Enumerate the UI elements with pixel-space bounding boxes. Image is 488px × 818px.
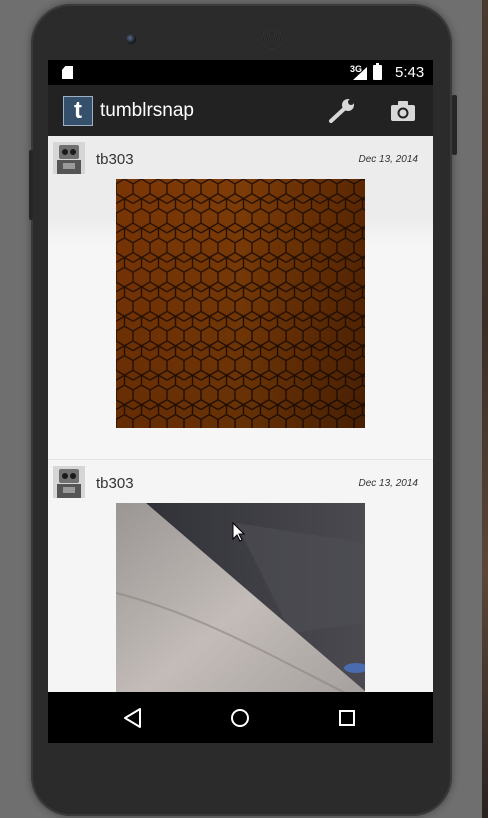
status-clock: 5:43 (395, 64, 425, 81)
honeycomb-image (116, 179, 365, 428)
sd-card-icon (62, 66, 73, 79)
photo-feed[interactable]: tb303 Dec 13, 2014 tb303 Dec 13, 2014 (48, 136, 433, 692)
action-bar: t tumblrsnap (48, 85, 433, 137)
app-title: tumblrsnap (100, 100, 194, 121)
wrench-icon (329, 99, 354, 123)
feed-post[interactable]: tb303 Dec 13, 2014 (48, 459, 433, 692)
robot-avatar-icon (53, 466, 85, 498)
status-bar: 3G 5:43 (48, 60, 433, 85)
battery-icon (373, 63, 382, 80)
post-username[interactable]: tb303 (96, 475, 134, 492)
front-camera (126, 34, 136, 44)
camera-button[interactable] (389, 98, 417, 124)
user-avatar[interactable] (53, 142, 85, 174)
post-date: Dec 13, 2014 (358, 478, 419, 489)
feed-post[interactable]: tb303 Dec 13, 2014 (48, 136, 433, 459)
home-button[interactable] (227, 705, 253, 731)
camera-icon (391, 101, 415, 121)
tumblr-logo-icon[interactable]: t (63, 96, 93, 126)
couch-image (116, 503, 365, 692)
navigation-bar (48, 692, 433, 743)
network-type-label: 3G (350, 64, 363, 74)
earpiece-speaker (262, 29, 282, 49)
post-photo[interactable] (116, 503, 365, 692)
phone-screen: 3G 5:43 t tumblrsnap tb303 Dec 13, 2014 … (48, 60, 433, 743)
back-button[interactable] (120, 705, 146, 731)
volume-button (29, 150, 33, 220)
post-date: Dec 13, 2014 (358, 154, 419, 165)
post-photo[interactable] (116, 179, 365, 428)
back-icon (124, 708, 141, 728)
power-button (452, 95, 457, 155)
post-username[interactable]: tb303 (96, 151, 134, 168)
recents-button[interactable] (334, 705, 360, 731)
home-icon (231, 709, 249, 727)
settings-wrench-button[interactable] (328, 98, 356, 124)
recents-icon (339, 710, 355, 726)
user-avatar[interactable] (53, 466, 85, 498)
background-edge (482, 0, 488, 818)
robot-avatar-icon (53, 142, 85, 174)
